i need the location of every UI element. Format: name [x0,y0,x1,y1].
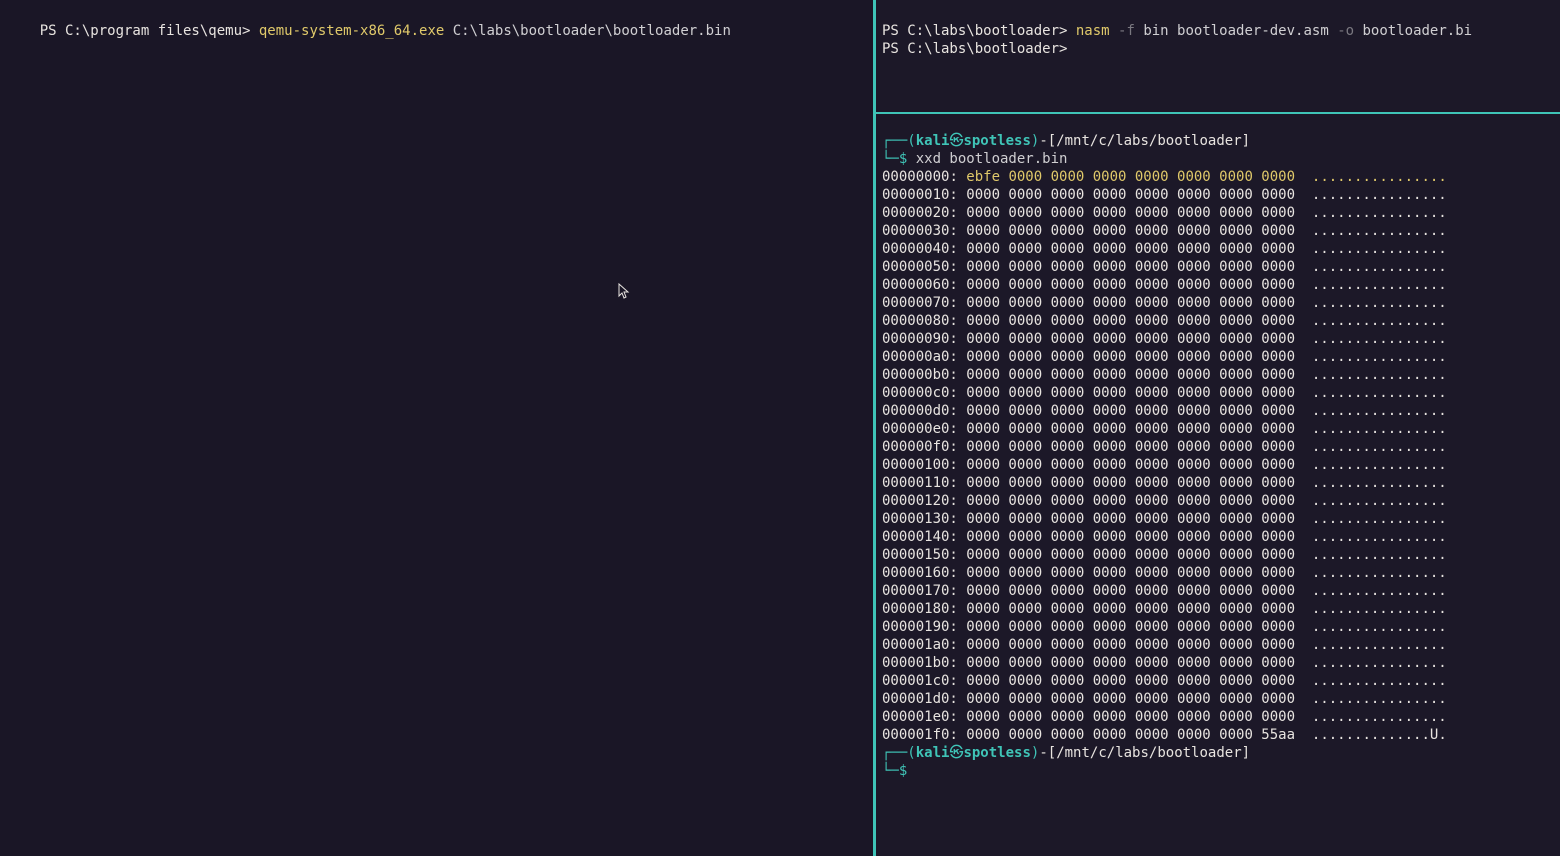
kali-open-paren: ( [907,133,915,149]
qemu-command: qemu-system-x86_64.exe [259,23,444,39]
skull-icon-2: ㉿ [949,745,963,761]
kali-path: /mnt/c/labs/bootloader [1056,133,1241,149]
split-layout: PS C:\program files\qemu> qemu-system-x8… [0,0,1560,856]
mouse-cursor-icon [618,247,630,265]
kali-corner2-icon: └─ [882,151,899,167]
xxd-command: xxd bootloader.bin [916,151,1068,167]
kali-corner3-icon: ┌── [882,745,907,761]
ps-prompt-left: PS C:\program files\qemu> [40,23,259,39]
hex-rows-container: 00000010: 0000 0000 0000 0000 0000 0000 … [882,187,1447,725]
right-terminal[interactable]: PS C:\labs\bootloader> nasm -f bin bootl… [876,0,1560,856]
hex-row-last: 000001f0: 0000 0000 0000 0000 0000 0000 … [882,727,1447,743]
kali-corner4-icon: └─ [882,763,899,779]
left-terminal[interactable]: PS C:\program files\qemu> qemu-system-x8… [0,0,876,856]
dollar-prompt-2: $ [899,763,907,779]
nasm-command: nasm [1076,23,1110,39]
nasm-arg-a: bin bootloader-dev.asm [1135,23,1329,39]
ps-prompt-r1: PS C:\labs\bootloader> [882,23,1076,39]
skull-icon: ㉿ [949,133,963,149]
qemu-arg: C:\labs\bootloader\bootloader.bin [444,23,731,39]
pane-divider [876,112,1560,114]
nasm-arg-b: bootloader.bi [1354,23,1472,39]
hex-row: 00000000: ebfe 0000 0000 0000 0000 0000 … [882,169,1447,185]
nasm-flag-f: -f [1110,23,1135,39]
kali-user: kali [916,133,950,149]
ps-prompt-r2: PS C:\labs\bootloader> [882,41,1067,57]
nasm-flag-o: -o [1329,23,1354,39]
kali-corner-icon: ┌── [882,133,907,149]
kali-host: spotless [963,133,1030,149]
dollar-prompt: $ [899,151,916,167]
